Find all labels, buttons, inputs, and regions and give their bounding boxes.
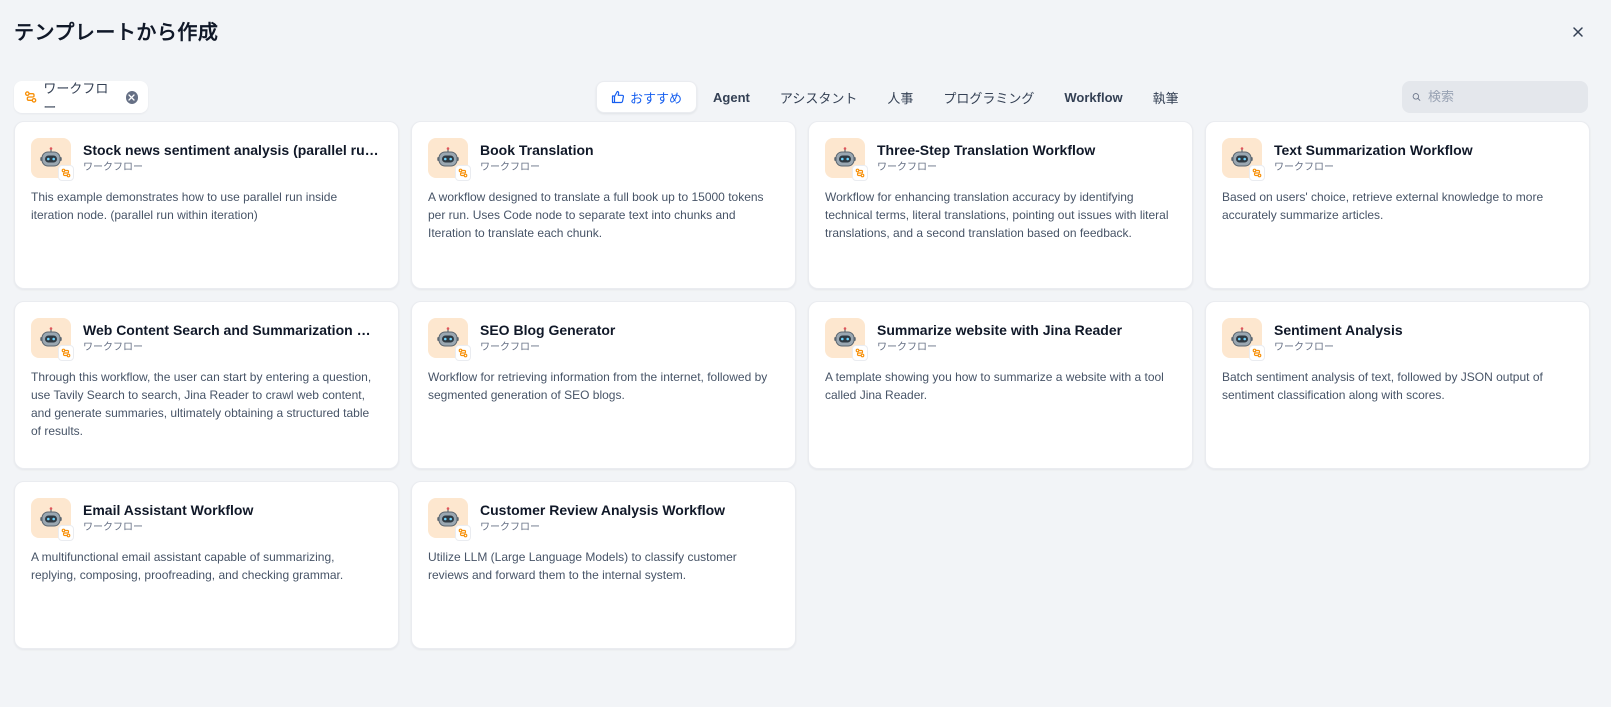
template-card[interactable]: Customer Review Analysis Workflow ワークフロー… [411, 481, 796, 649]
tab-recommended[interactable]: おすすめ [596, 81, 698, 113]
tab-hr[interactable]: 人事 [873, 81, 927, 113]
robot-icon [31, 318, 74, 361]
page-title: テンプレートから作成 [14, 20, 219, 44]
template-card[interactable]: SEO Blog Generator ワークフロー Workflow for r… [411, 301, 796, 469]
card-description: Utilize LLM (Large Language Models) to c… [428, 550, 737, 582]
template-card[interactable]: Email Assistant Workflow ワークフロー A multif… [14, 481, 399, 649]
card-description: Through this workflow, the user can star… [31, 370, 372, 438]
filter-label: ワークフロー [43, 82, 109, 116]
tab-workflow[interactable]: Workflow [1050, 81, 1136, 113]
card-type: ワークフロー [877, 342, 937, 353]
card-description: Batch sentiment analysis of text, follow… [1222, 370, 1543, 402]
template-card[interactable]: Summarize website with Jina Reader ワークフロ… [808, 301, 1193, 469]
workflow-badge-icon [1249, 165, 1265, 181]
card-description: A multifunctional email assistant capabl… [31, 550, 344, 582]
card-description: This example demonstrates how to use par… [31, 190, 338, 222]
robot-icon [825, 138, 868, 181]
workflow-badge-icon [1249, 345, 1265, 361]
card-type: ワークフロー [480, 162, 540, 173]
card-type: ワークフロー [480, 342, 540, 353]
tab-label: おすすめ [630, 91, 683, 107]
tab-label: アシスタント [779, 91, 858, 107]
card-type: ワークフロー [1274, 162, 1334, 173]
close-button[interactable] [1568, 22, 1588, 42]
tab-label: プログラミング [943, 91, 1035, 107]
card-title: Email Assistant Workflow [83, 502, 254, 518]
card-title: Summarize website with Jina Reader [877, 322, 1123, 338]
template-card[interactable]: Sentiment Analysis ワークフロー Batch sentimen… [1205, 301, 1590, 469]
tab-writing[interactable]: 執筆 [1139, 81, 1193, 113]
card-type: ワークフロー [83, 522, 143, 533]
robot-icon [428, 318, 471, 361]
robot-icon [825, 318, 868, 361]
template-card[interactable]: Web Content Search and Summarization Wor… [14, 301, 399, 469]
search-input[interactable] [1428, 89, 1578, 105]
card-type: ワークフロー [877, 162, 937, 173]
robot-icon [1222, 138, 1265, 181]
card-type: ワークフロー [83, 342, 143, 353]
template-card[interactable]: Three-Step Translation Workflow ワークフロー W… [808, 121, 1193, 289]
robot-icon [31, 138, 74, 181]
card-description: A workflow designed to translate a full … [428, 190, 764, 240]
workflow-badge-icon [58, 525, 74, 541]
search-box [1402, 81, 1588, 113]
robot-icon [31, 498, 74, 541]
card-title: Stock news sentiment analysis (parallel … [83, 142, 382, 158]
thumbs-up-icon [611, 90, 625, 104]
workflow-badge-icon [455, 165, 471, 181]
card-title: Web Content Search and Summarization Wor… [83, 322, 382, 338]
card-description: Workflow for enhancing translation accur… [825, 190, 1169, 240]
robot-icon [428, 138, 471, 181]
tab-programming[interactable]: プログラミング [929, 81, 1048, 113]
card-type: ワークフロー [480, 522, 540, 533]
close-icon [1573, 27, 1583, 37]
category-tabs: おすすめ Agent アシスタント 人事 プログラミング Workflow 執筆 [596, 81, 1195, 113]
tab-assistant[interactable]: アシスタント [766, 81, 871, 113]
template-card[interactable]: Stock news sentiment analysis (parallel … [14, 121, 399, 289]
tab-label: Workflow [1064, 89, 1123, 105]
workflow-badge-icon [58, 345, 74, 361]
card-title: Text Summarization Workflow [1274, 142, 1473, 158]
robot-icon [1222, 318, 1265, 361]
card-title: SEO Blog Generator [480, 322, 616, 338]
workflow-badge-icon [852, 345, 868, 361]
tab-label: 執筆 [1152, 91, 1179, 107]
template-grid: Stock news sentiment analysis (parallel … [14, 121, 1590, 649]
card-description: Workflow for retrieving information from… [428, 370, 768, 402]
tab-agent[interactable]: Agent [699, 81, 764, 113]
card-title: Customer Review Analysis Workflow [480, 502, 726, 518]
robot-icon [428, 498, 471, 541]
workflow-filter-chip[interactable]: ワークフロー [14, 81, 148, 116]
card-title: Three-Step Translation Workflow [877, 142, 1096, 158]
clear-icon[interactable] [125, 90, 138, 104]
card-type: ワークフロー [1274, 342, 1334, 353]
workflow-badge-icon [852, 165, 868, 181]
template-card[interactable]: Text Summarization Workflow ワークフロー Based… [1205, 121, 1590, 289]
card-title: Book Translation [480, 142, 594, 158]
card-title: Sentiment Analysis [1274, 322, 1403, 338]
card-description: A template showing you how to summarize … [825, 370, 1164, 402]
workflow-badge-icon [455, 345, 471, 361]
card-type: ワークフロー [83, 162, 143, 173]
workflow-badge-icon [58, 165, 74, 181]
template-card[interactable]: Book Translation ワークフロー A workflow desig… [411, 121, 796, 289]
tab-label: Agent [713, 89, 750, 105]
workflow-badge-icon [455, 525, 471, 541]
search-icon [1412, 93, 1421, 101]
card-description: Based on users' choice, retrieve externa… [1222, 190, 1544, 222]
tab-label: 人事 [887, 91, 914, 107]
workflow-icon [24, 91, 37, 103]
